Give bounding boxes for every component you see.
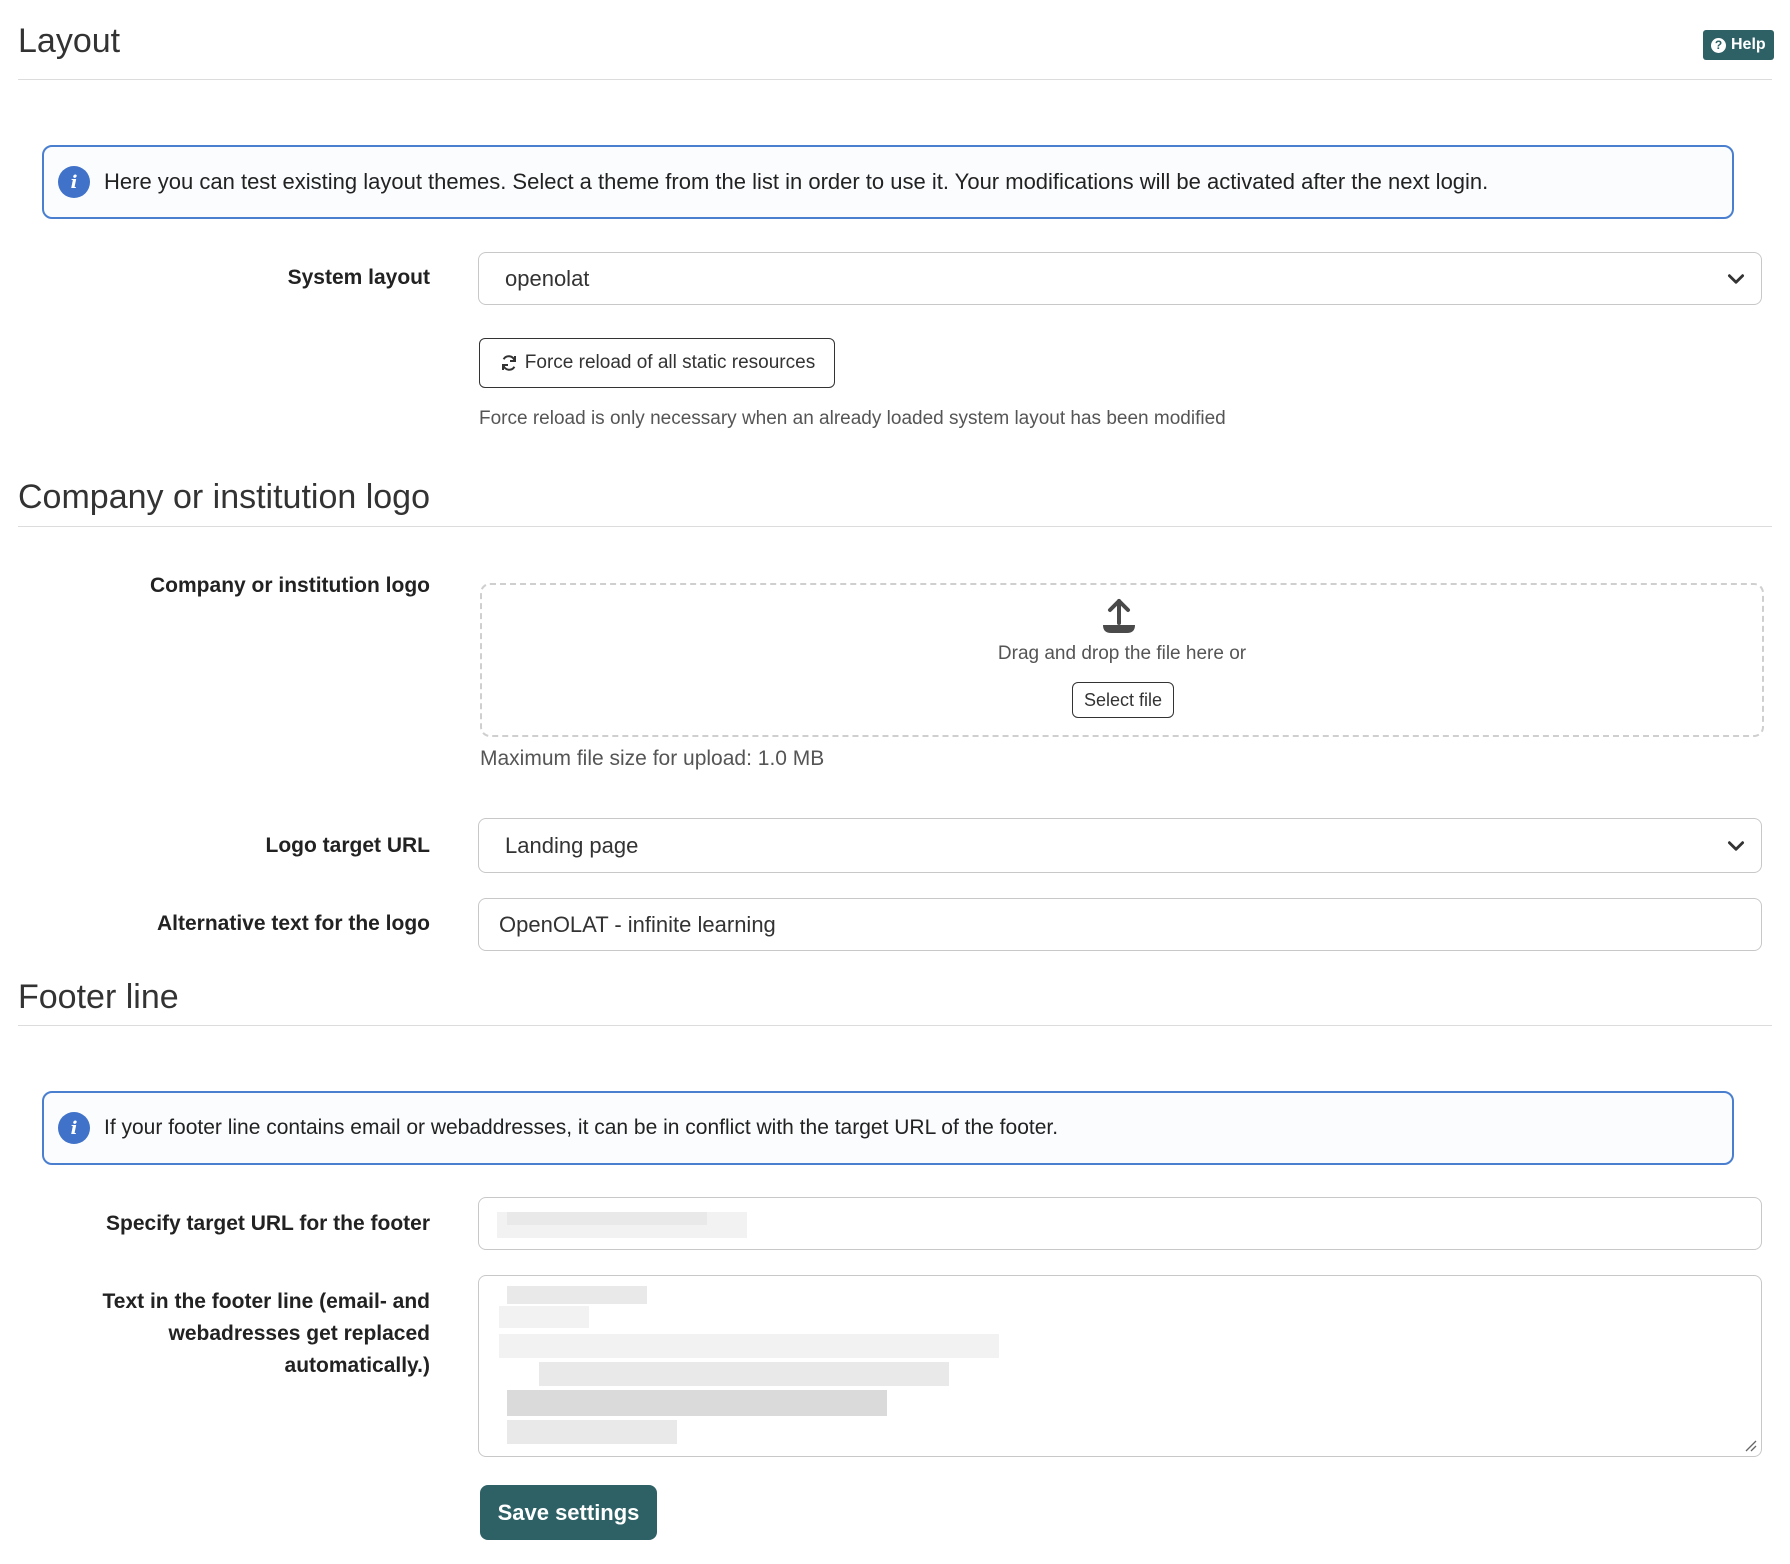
logo-target-url-label: Logo target URL <box>265 834 430 857</box>
layout-section-divider <box>18 79 1772 80</box>
help-label: Help <box>1731 36 1766 53</box>
logo-label: Company or institution logo <box>150 574 430 597</box>
resize-handle-icon[interactable] <box>1743 1438 1757 1452</box>
logo-section-title: Company or institution logo <box>18 478 431 516</box>
logo-target-url-value: Landing page <box>505 832 639 858</box>
help-button[interactable]: ? Help <box>1703 30 1774 60</box>
system-layout-value: openolat <box>505 265 590 291</box>
dropzone-text: Drag and drop the file here or <box>997 643 1247 664</box>
system-layout-select[interactable]: openolat <box>478 252 1762 305</box>
redacted-text <box>507 1390 887 1416</box>
info-icon: i <box>58 1112 90 1144</box>
footer-text-label-line3: automatically.) <box>284 1354 430 1377</box>
chevron-down-icon <box>1727 273 1745 284</box>
question-icon: ? <box>1711 37 1726 53</box>
footer-target-url-input[interactable] <box>478 1197 1762 1250</box>
footer-info-text: If your footer line contains email or we… <box>104 1116 1059 1139</box>
refresh-icon <box>501 355 516 371</box>
save-settings-button[interactable]: Save settings <box>480 1485 657 1540</box>
logo-target-url-select[interactable]: Landing page <box>478 818 1762 873</box>
redacted-text <box>499 1306 589 1328</box>
redacted-text <box>507 1420 677 1444</box>
logo-dropzone[interactable]: Drag and drop the file here or Select fi… <box>480 583 1764 737</box>
upload-icon <box>1103 599 1135 633</box>
footer-section-title: Footer line <box>18 978 179 1016</box>
max-file-size-text: Maximum file size for upload: 1.0 MB <box>480 747 825 770</box>
force-reload-hint: Force reload is only necessary when an a… <box>479 408 1226 429</box>
force-reload-button[interactable]: Force reload of all static resources <box>479 338 835 388</box>
redacted-text <box>507 1212 707 1225</box>
redacted-text <box>507 1286 647 1304</box>
select-file-button[interactable]: Select file <box>1072 682 1174 718</box>
redacted-text <box>539 1362 949 1386</box>
footer-info-box: i If your footer line contains email or … <box>42 1091 1734 1165</box>
alt-text-input[interactable]: OpenOLAT - infinite learning <box>478 898 1762 951</box>
info-icon: i <box>58 166 90 198</box>
layout-info-box: i Here you can test existing layout them… <box>42 145 1734 219</box>
redacted-text <box>499 1334 999 1358</box>
alt-text-value: OpenOLAT - infinite learning <box>499 911 776 937</box>
footer-section-divider <box>18 1025 1772 1026</box>
footer-text-label-line1: Text in the footer line (email- and <box>102 1290 430 1313</box>
layout-section-title: Layout <box>18 22 121 60</box>
system-layout-label: System layout <box>287 266 430 289</box>
layout-info-text: Here you can test existing layout themes… <box>104 169 1489 194</box>
footer-target-url-label: Specify target URL for the footer <box>106 1212 430 1235</box>
footer-text-label-line2: webadresses get replaced <box>168 1322 430 1345</box>
force-reload-label: Force reload of all static resources <box>524 352 816 373</box>
logo-section-divider <box>18 526 1772 527</box>
alt-text-label: Alternative text for the logo <box>156 912 430 935</box>
footer-text-label: Text in the footer line (email- and weba… <box>30 1286 430 1382</box>
footer-text-textarea[interactable] <box>478 1275 1762 1457</box>
chevron-down-icon <box>1727 840 1745 851</box>
